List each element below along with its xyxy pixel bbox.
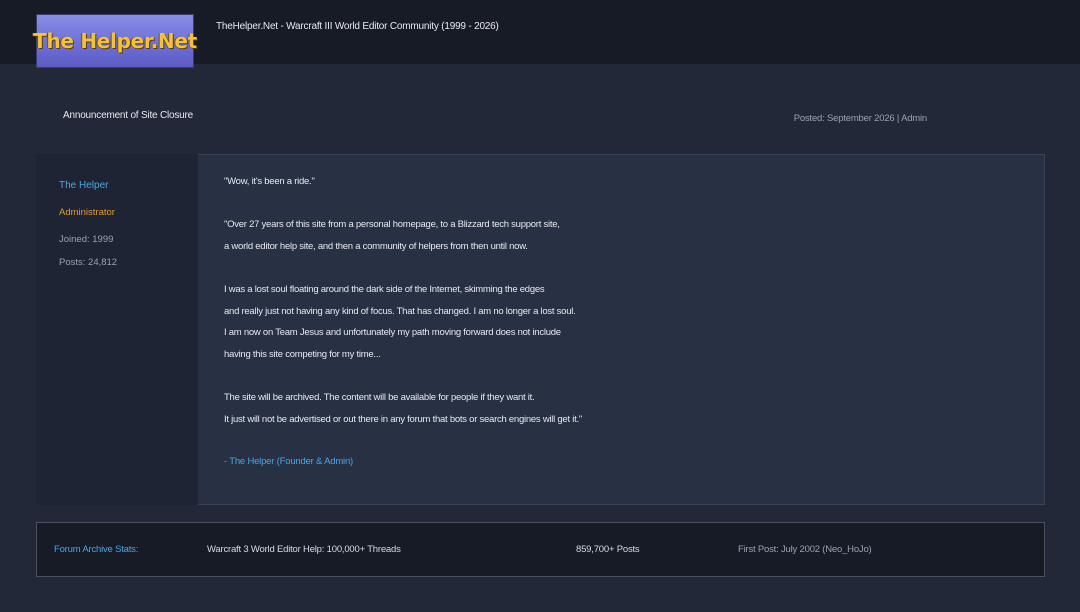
stats-threads: Warcraft 3 World Editor Help: 100,000+ T… (207, 544, 401, 555)
post-line: a world editor help site, and then a com… (224, 241, 528, 252)
post-body: "Wow, it's been a ride." "Over 27 years … (198, 154, 1045, 505)
post-author-panel: The Helper Administrator Joined: 1999 Po… (36, 154, 198, 505)
post-line: I was a lost soul floating around the da… (224, 284, 545, 295)
forum-stats-bar: Forum Archive Stats: Warcraft 3 World Ed… (36, 522, 1045, 577)
author-name-link[interactable]: The Helper (59, 180, 108, 191)
author-role: Administrator (59, 207, 115, 218)
post-line: and really just not having any kind of f… (224, 306, 576, 317)
author-joined: Joined: 1999 (59, 234, 114, 245)
forum-stats-link[interactable]: Forum Archive Stats: (54, 544, 138, 555)
announcement-meta: Posted: September 2026 | Admin (793, 113, 927, 124)
post-line: I am now on Team Jesus and unfortunately… (224, 327, 561, 338)
announcement-title: Announcement of Site Closure (63, 110, 194, 121)
post-line: "Wow, it's been a ride." (224, 176, 315, 187)
post: The Helper Administrator Joined: 1999 Po… (36, 154, 1045, 505)
stats-first-post: First Post: July 2002 (Neo_HoJo) (738, 544, 872, 555)
post-signature-link[interactable]: - The Helper (Founder & Admin) (224, 456, 353, 467)
site-logo[interactable]: The Helper.Net (33, 14, 197, 68)
post-line: It just will not be advertised or out th… (224, 414, 583, 425)
post-line: having this site competing for my time..… (224, 349, 381, 360)
announcement-bar: Announcement of Site Closure Posted: Sep… (36, 80, 1045, 154)
logo-text: The Helper.Net (33, 29, 197, 53)
site-title: TheHelper.Net - Warcraft III World Edito… (216, 21, 499, 32)
stats-posts: 859,700+ Posts (576, 544, 640, 555)
author-post-count: Posts: 24,812 (59, 257, 118, 268)
post-line: The site will be archived. The content w… (224, 392, 535, 403)
site-header: The Helper.Net TheHelper.Net - Warcraft … (0, 0, 1080, 68)
post-line: "Over 27 years of this site from a perso… (224, 219, 560, 230)
